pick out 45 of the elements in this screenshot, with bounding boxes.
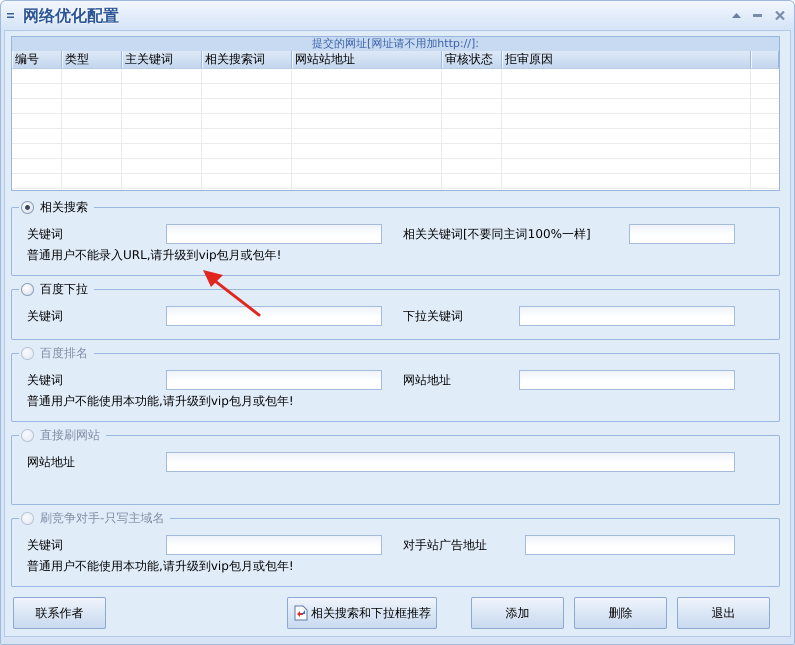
menu-icon[interactable] [7, 13, 14, 18]
text-field[interactable] [628, 224, 735, 244]
text-field[interactable] [166, 306, 382, 326]
field-label: 关键词 [27, 308, 64, 324]
column-header[interactable]: 编号 [12, 51, 62, 68]
field-label: 关键词 [27, 226, 64, 242]
exit-button[interactable]: 退出 [677, 597, 770, 629]
text-field[interactable] [519, 306, 735, 326]
text-field[interactable] [525, 535, 735, 555]
notice-text: 普通用户不能使用本功能,请升级到vip包月或包年! [27, 394, 295, 408]
field-label: 网站地址 [27, 454, 76, 470]
close-icon[interactable] [775, 11, 785, 20]
field-label: 关键词 [27, 372, 64, 388]
column-header[interactable]: 审核状态 [442, 51, 502, 68]
recommend-button[interactable]: 相关搜索和下拉框推荐 [287, 597, 437, 629]
radio-icon[interactable] [21, 200, 34, 214]
column-header[interactable]: 主关键词 [122, 51, 202, 68]
field-label: 下拉关键词 [403, 308, 464, 324]
column-header[interactable]: 相关搜索词 [202, 51, 292, 68]
column-header[interactable]: 拒审原因 [502, 51, 751, 68]
column-header[interactable]: 网站站地址 [292, 51, 442, 68]
contact-author-button[interactable]: 联系作者 [13, 597, 106, 629]
text-field[interactable] [166, 370, 382, 390]
field-label: 关键词 [27, 536, 64, 554]
radio-option[interactable]: 百度下拉 [21, 282, 88, 296]
text-field[interactable] [166, 535, 382, 555]
field-label: 相关关键词[不要同主词100%一样] [403, 226, 592, 242]
notice-text: 普通用户不能录入URL,请升级到vip包月或包年! [27, 248, 282, 262]
field-label: 网站地址 [403, 372, 452, 388]
text-field[interactable] [166, 224, 382, 244]
window-title: 网络优化配置 [23, 6, 119, 26]
annotation-arrow [201, 267, 261, 317]
column-header[interactable]: 类型 [62, 51, 122, 68]
text-field[interactable] [166, 452, 735, 472]
field-label: 对手站广告地址 [403, 536, 488, 554]
radio-option[interactable]: 相关搜索 [21, 200, 88, 214]
document-icon [293, 605, 309, 621]
caret-up-icon[interactable] [732, 13, 741, 18]
text-field[interactable] [519, 370, 735, 390]
add-button[interactable]: 添加 [471, 597, 564, 629]
radio-icon[interactable] [21, 282, 34, 296]
notice-text: 普通用户不能使用本功能,请升级到vip包月或包年! [27, 559, 295, 573]
table-caption: 提交的网址[网址请不用加http://]: [12, 37, 779, 51]
minimize-icon[interactable] [753, 14, 762, 17]
delete-button[interactable]: 删除 [574, 597, 667, 629]
